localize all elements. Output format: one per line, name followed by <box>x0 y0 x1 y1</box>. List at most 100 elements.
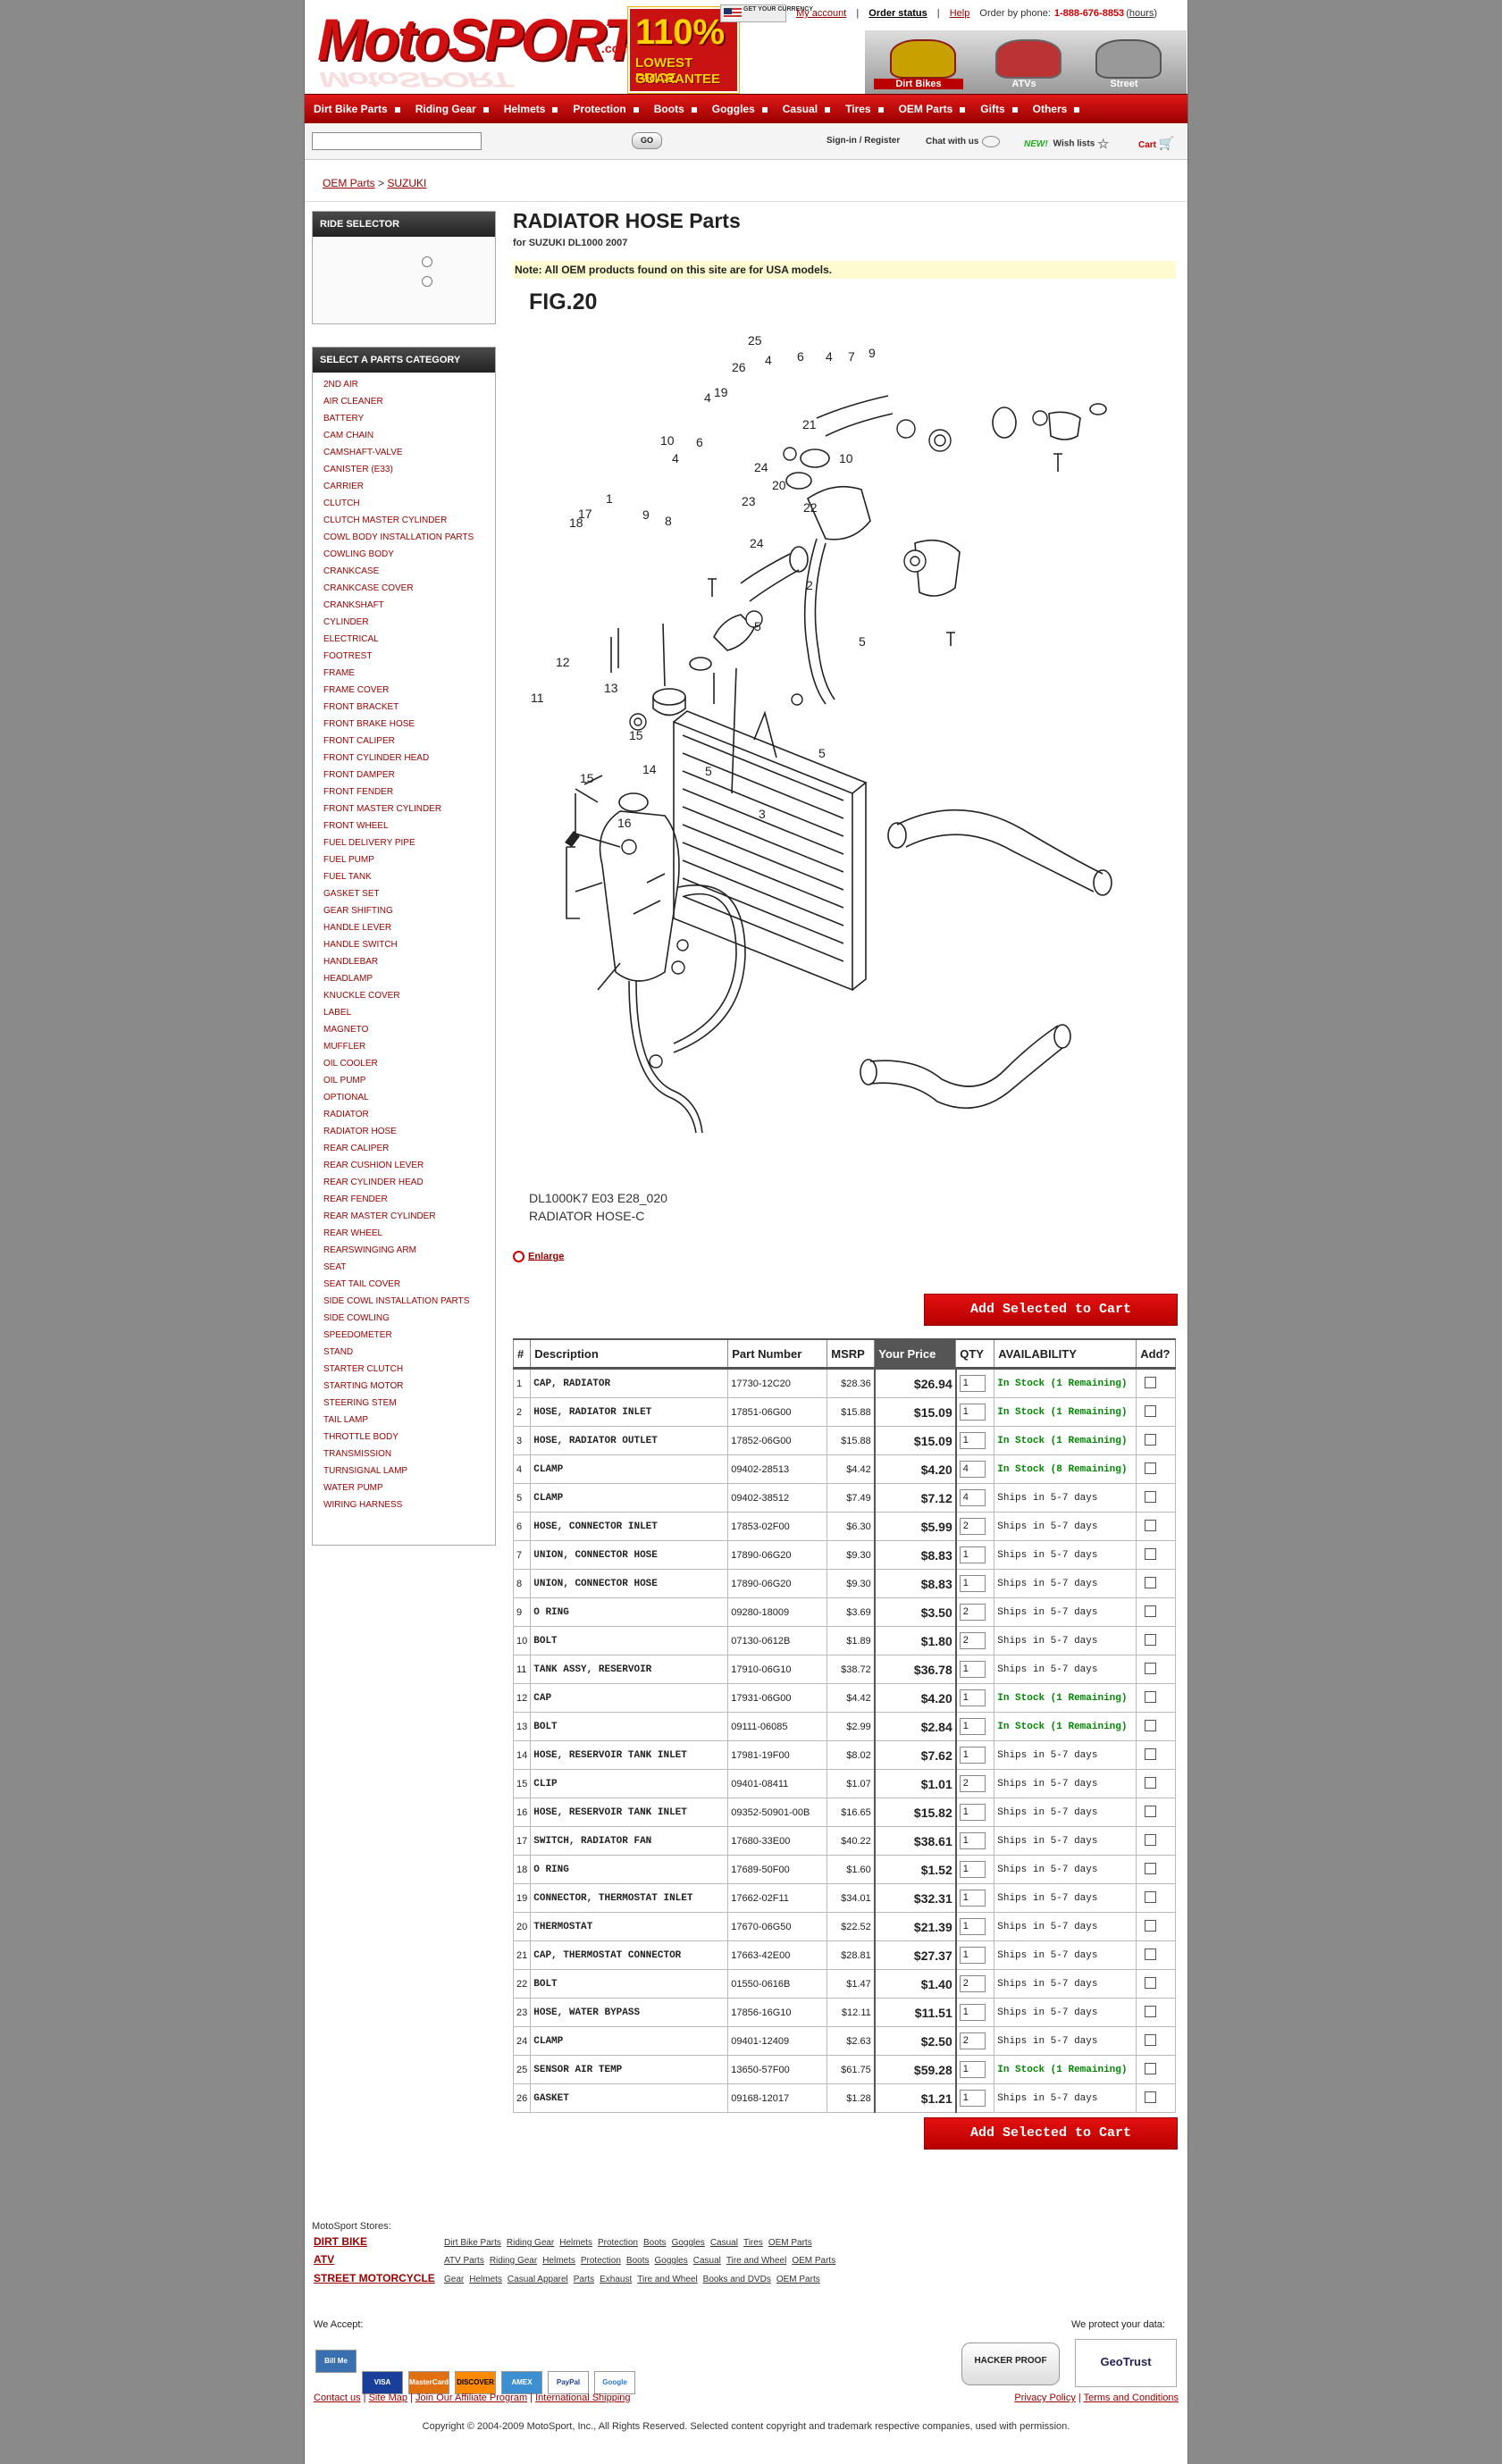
add-checkbox[interactable] <box>1145 2033 1157 2046</box>
add-selected-to-cart-button-top[interactable]: Add Selected to Cart <box>924 1294 1178 1326</box>
store-street-motorcycle[interactable]: STREET MOTORCYCLE <box>314 2272 435 2284</box>
category-item[interactable]: RADIATOR <box>323 1106 495 1123</box>
category-item[interactable]: CYLINDER <box>323 614 495 631</box>
store-link[interactable]: Dirt Bike Parts <box>444 2238 501 2248</box>
category-item[interactable]: LABEL <box>323 1004 495 1021</box>
add-checkbox[interactable] <box>1145 2005 1157 2017</box>
category-item[interactable]: SPEEDOMETER <box>323 1327 495 1344</box>
chat-link[interactable]: Chat with us <box>926 136 1001 147</box>
order-status-link[interactable]: Order status <box>868 8 927 19</box>
qty-input[interactable]: 1 <box>959 1661 986 1678</box>
qty-input[interactable]: 1 <box>959 2061 986 2078</box>
store-link[interactable]: Protection <box>581 2256 621 2266</box>
nav-goggles[interactable]: Goggles <box>705 95 776 123</box>
hours-link[interactable]: hours <box>1129 8 1154 19</box>
category-item[interactable]: STAND <box>323 1344 495 1361</box>
category-item[interactable]: FRAME COVER <box>323 682 495 699</box>
store-link[interactable]: Casual <box>710 2238 738 2248</box>
category-item[interactable]: FOOTREST <box>323 648 495 665</box>
category-item[interactable]: SIDE COWL INSTALLATION PARTS <box>323 1293 495 1310</box>
nav-gifts[interactable]: Gifts <box>973 95 1025 123</box>
store-link[interactable]: Gear <box>444 2275 464 2284</box>
category-item[interactable]: GEAR SHIFTING <box>323 902 495 919</box>
breadcrumb-suzuki[interactable]: SUZUKI <box>387 177 426 189</box>
add-checkbox[interactable] <box>1145 1833 1157 1846</box>
qty-input[interactable]: 1 <box>959 1546 986 1563</box>
add-checkbox[interactable] <box>1145 1576 1157 1588</box>
category-item[interactable]: FUEL TANK <box>323 868 495 885</box>
affiliate-link[interactable]: Join Our Affiliate Program <box>415 2393 527 2403</box>
add-checkbox[interactable] <box>1145 1662 1157 1674</box>
category-item[interactable]: CRANKCASE <box>323 563 495 580</box>
category-item[interactable]: TRANSMISSION <box>323 1446 495 1462</box>
add-checkbox[interactable] <box>1145 1862 1157 1874</box>
category-item[interactable]: STARTING MOTOR <box>323 1378 495 1395</box>
privacy-policy-link[interactable]: Privacy Policy <box>1014 2393 1075 2403</box>
category-item[interactable]: MAGNETO <box>323 1021 495 1038</box>
signin-register-link[interactable]: Sign-in / Register <box>827 136 900 146</box>
category-item[interactable]: FRONT CALIPER <box>323 733 495 750</box>
contact-us-link[interactable]: Contact us <box>314 2393 361 2403</box>
add-checkbox[interactable] <box>1145 1890 1157 1903</box>
store-link[interactable]: Books and DVDs <box>703 2275 771 2284</box>
category-item[interactable]: HANDLE SWITCH <box>323 936 495 953</box>
add-checkbox[interactable] <box>1145 1605 1157 1617</box>
store-link[interactable]: Casual Apparel <box>508 2275 568 2284</box>
store-link[interactable]: ATV Parts <box>444 2256 484 2266</box>
category-item[interactable]: SEAT <box>323 1259 495 1276</box>
qty-input[interactable]: 2 <box>959 1775 986 1792</box>
store-link[interactable]: Goggles <box>672 2238 705 2248</box>
category-item[interactable]: REAR CYLINDER HEAD <box>323 1174 495 1191</box>
add-checkbox[interactable] <box>1145 1433 1157 1446</box>
category-item[interactable]: HANDLE LEVER <box>323 919 495 936</box>
add-checkbox[interactable] <box>1145 1919 1157 1932</box>
qty-input[interactable]: 1 <box>959 1918 986 1935</box>
category-item[interactable]: STEERING STEM <box>323 1395 495 1412</box>
nav-riding-gear[interactable]: Riding Gear <box>408 95 497 123</box>
store-link[interactable]: Tire and Wheel <box>637 2275 697 2284</box>
store-link[interactable]: Protection <box>598 2238 638 2248</box>
add-checkbox[interactable] <box>1145 2091 1157 2103</box>
category-item[interactable]: CLUTCH <box>323 495 495 512</box>
category-item[interactable]: CRANKSHAFT <box>323 597 495 614</box>
category-item[interactable]: FRONT BRACKET <box>323 699 495 716</box>
store-link[interactable]: Goggles <box>654 2256 687 2266</box>
add-checkbox[interactable] <box>1145 1719 1157 1731</box>
qty-input[interactable]: 1 <box>959 1747 986 1764</box>
category-item[interactable]: OPTIONAL <box>323 1089 495 1106</box>
qty-input[interactable]: 4 <box>959 1489 986 1506</box>
add-checkbox[interactable] <box>1145 1948 1157 1960</box>
category-item[interactable]: HEADLAMP <box>323 970 495 987</box>
store-link[interactable]: Tires <box>743 2238 763 2248</box>
qty-input[interactable]: 4 <box>959 1461 986 1478</box>
ride-make-dropdown[interactable] <box>422 256 432 267</box>
store-link[interactable]: Helmets <box>542 2256 575 2266</box>
store-link[interactable]: Riding Gear <box>507 2238 554 2248</box>
category-item[interactable]: WATER PUMP <box>323 1479 495 1496</box>
add-checkbox[interactable] <box>1145 1519 1157 1531</box>
my-account-link[interactable]: My account <box>796 8 846 19</box>
category-item[interactable]: REARSWINGING ARM <box>323 1242 495 1259</box>
category-item[interactable]: RADIATOR HOSE <box>323 1123 495 1140</box>
enlarge-link[interactable]: Enlarge <box>513 1251 564 1262</box>
atvs-tab[interactable]: ATVs <box>979 34 1069 89</box>
qty-input[interactable]: 1 <box>959 1861 986 1878</box>
dirt-bikes-tab[interactable]: Dirt Bikes <box>874 34 963 89</box>
nav-oem-parts[interactable]: OEM Parts <box>892 95 974 123</box>
category-item[interactable]: CAMSHAFT-VALVE <box>323 444 495 461</box>
store-link[interactable]: OEM Parts <box>792 2256 835 2266</box>
add-checkbox[interactable] <box>1145 1776 1157 1789</box>
add-checkbox[interactable] <box>1145 1690 1157 1703</box>
category-item[interactable]: CANISTER (E33) <box>323 461 495 478</box>
store-link[interactable]: OEM Parts <box>776 2275 820 2284</box>
add-checkbox[interactable] <box>1145 1490 1157 1503</box>
qty-input[interactable]: 1 <box>959 1432 986 1449</box>
geotrust-badge[interactable]: GeoTrust <box>1075 2339 1177 2387</box>
category-item[interactable]: REAR FENDER <box>323 1191 495 1208</box>
search-input[interactable] <box>312 132 482 150</box>
qty-input[interactable]: 2 <box>959 1975 986 1992</box>
category-item[interactable]: AIR CLEANER <box>323 393 495 410</box>
help-link[interactable]: Help <box>950 8 970 19</box>
category-item[interactable]: SEAT TAIL COVER <box>323 1276 495 1293</box>
add-checkbox[interactable] <box>1145 1462 1157 1474</box>
